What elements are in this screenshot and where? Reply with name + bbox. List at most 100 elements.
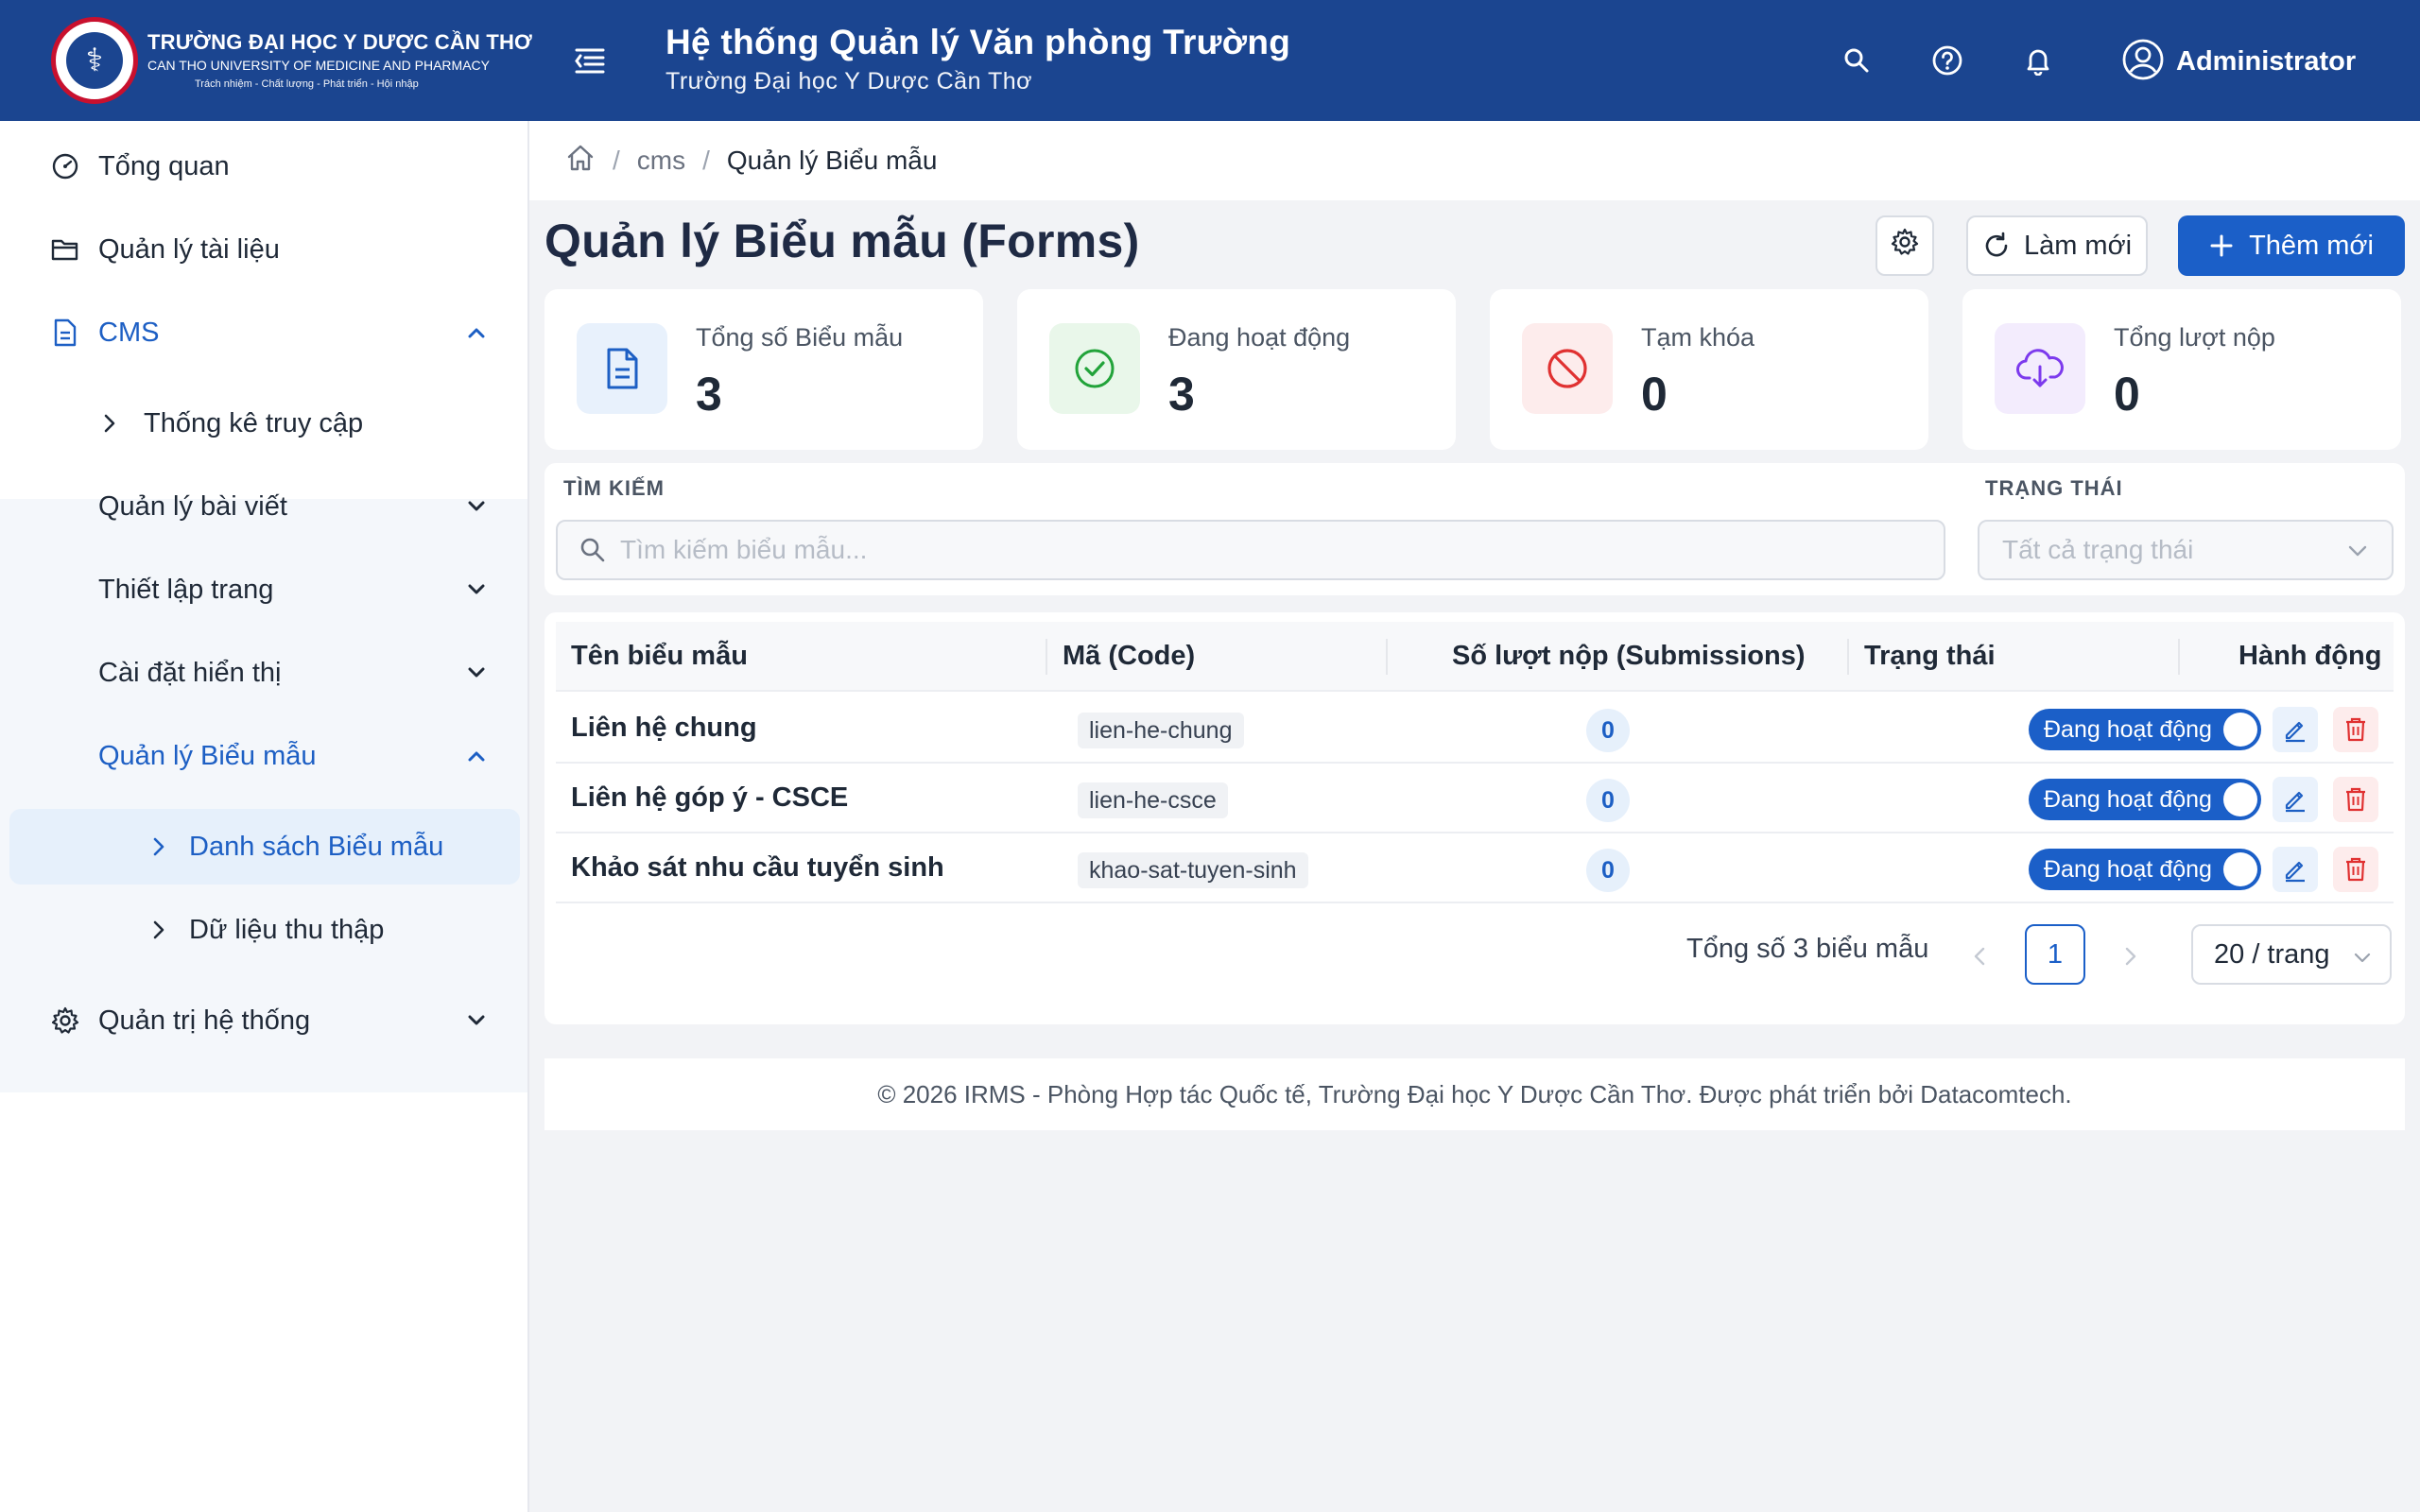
stat-card-locked: Tạm khóa 0 — [1490, 289, 1928, 450]
status-select-value: Tất cả trạng thái — [2002, 535, 2194, 564]
refresh-label: Làm mới — [2023, 230, 2133, 261]
document-icon — [49, 317, 81, 349]
footer-text: © 2026 IRMS - Phòng Hợp tác Quốc tế, Trư… — [877, 1079, 2072, 1108]
stat-label: Tổng số Biểu mẫu — [696, 323, 904, 352]
gear-icon — [1891, 228, 1919, 264]
form-name: Liên hệ góp ý - CSCE — [571, 782, 849, 813]
search-input[interactable] — [620, 535, 1906, 565]
search-icon — [579, 536, 607, 564]
sidebar-item-forms[interactable]: Quản lý Biểu mẫu — [0, 718, 527, 794]
sidebar-item-label: Quản lý Biểu mẫu — [98, 740, 317, 771]
stat-label: Đang hoạt động — [1168, 323, 1351, 352]
edit-button[interactable] — [2273, 707, 2318, 752]
sidebar-item-cms[interactable]: CMS — [0, 295, 527, 370]
column-header-name: Tên biểu mẫu — [571, 641, 748, 671]
breadcrumb-current: Quản lý Biểu mẫu — [726, 146, 938, 175]
user-menu[interactable]: Administrator — [2121, 38, 2356, 86]
sidebar-item-label: Thống kê truy cập — [144, 407, 364, 438]
toggle-knob — [2223, 782, 2257, 816]
pencil-icon — [2282, 716, 2308, 743]
sidebar-item-display-settings[interactable]: Cài đặt hiển thị — [0, 635, 527, 711]
user-avatar-icon — [2121, 38, 2165, 86]
form-code-tag: khao-sat-tuyen-sinh — [1078, 852, 1308, 888]
chevron-down-icon — [463, 660, 490, 686]
refresh-icon — [1982, 232, 2011, 260]
sidebar-item-posts[interactable]: Quản lý bài viết — [0, 469, 527, 544]
search-icon[interactable] — [1838, 42, 1876, 79]
chevron-right-icon — [146, 917, 172, 943]
stat-value: 3 — [696, 368, 722, 421]
status-toggle-label: Đang hoạt động — [2044, 715, 2212, 743]
university-logo[interactable]: ⚕ TRƯỜNG ĐẠI HỌC Y DƯỢC CẦN THƠ CAN THO … — [51, 17, 532, 104]
page-number-button[interactable]: 1 — [2025, 924, 2085, 985]
refresh-button[interactable]: Làm mới — [1966, 215, 2148, 276]
settings-icon — [49, 1005, 81, 1037]
status-select[interactable]: Tất cả trạng thái — [1978, 520, 2394, 580]
logo-english-name: CAN THO UNIVERSITY OF MEDICINE AND PHARM… — [147, 57, 490, 73]
block-icon — [1522, 323, 1613, 414]
sidebar-item-forms-list[interactable]: Danh sách Biểu mẫu — [9, 809, 520, 885]
add-new-button[interactable]: Thêm mới — [2178, 215, 2405, 276]
stat-label: Tạm khóa — [1641, 323, 1755, 352]
page-title: Quản lý Biểu mẫu (Forms) — [544, 215, 1140, 267]
logo-name: TRƯỜNG ĐẠI HỌC Y DƯỢC CẦN THƠ — [147, 30, 533, 55]
sidebar: Tổng quan Quản lý tài liệu CMS Thống kê … — [0, 121, 529, 1512]
pencil-icon — [2282, 786, 2308, 813]
chevron-up-icon — [463, 743, 490, 769]
page-size-select[interactable]: 20 / trang — [2191, 924, 2392, 985]
prev-page-icon[interactable] — [1964, 941, 1995, 971]
forms-table: Tên biểu mẫu Mã (Code) Số lượt nộp (Subm… — [544, 612, 2405, 1024]
page-footer: © 2026 IRMS - Phòng Hợp tác Quốc tế, Trư… — [544, 1058, 2405, 1130]
sidebar-item-access-stats[interactable]: Thống kê truy cập — [0, 386, 527, 461]
sidebar-item-documents[interactable]: Quản lý tài liệu — [0, 212, 527, 287]
chevron-right-icon — [96, 410, 123, 437]
search-field[interactable] — [556, 520, 1945, 580]
sidebar-item-label: Quản trị hệ thống — [98, 1005, 311, 1036]
sidebar-item-page-setup[interactable]: Thiết lập trang — [0, 552, 527, 627]
file-icon — [577, 323, 667, 414]
delete-button[interactable] — [2333, 847, 2378, 892]
sidebar-item-label: Cài đặt hiển thị — [98, 657, 282, 688]
home-icon[interactable] — [565, 144, 596, 179]
sidebar-item-dashboard[interactable]: Tổng quan — [0, 129, 527, 204]
sidebar-item-label: Quản lý bài viết — [98, 490, 287, 522]
toggle-knob — [2223, 852, 2257, 886]
app-title: Hệ thống Quản lý Văn phòng Trường — [666, 23, 1291, 61]
column-header-code: Mã (Code) — [1063, 641, 1196, 671]
chevron-down-icon — [463, 1007, 490, 1034]
edit-button[interactable] — [2273, 847, 2318, 892]
filter-panel: TÌM KIẾM TRẠNG THÁI Tất cả trạng thái — [544, 463, 2405, 595]
status-toggle[interactable]: Đang hoạt động — [2029, 849, 2261, 890]
next-page-icon[interactable] — [2116, 941, 2146, 971]
help-icon[interactable] — [1928, 42, 1966, 79]
delete-button[interactable] — [2333, 777, 2378, 822]
form-code-tag: lien-he-csce — [1078, 782, 1228, 818]
menu-toggle-icon[interactable] — [571, 42, 609, 79]
stat-value: 0 — [1641, 368, 1668, 421]
status-toggle[interactable]: Đang hoạt động — [2029, 709, 2261, 750]
notification-bell-icon[interactable] — [2019, 42, 2057, 79]
submissions-count: 0 — [1586, 779, 1630, 822]
chevron-up-icon — [463, 319, 490, 346]
column-settings-button[interactable] — [1876, 215, 1934, 276]
chevron-down-icon — [463, 493, 490, 520]
sidebar-item-system-admin[interactable]: Quản trị hệ thống — [0, 983, 527, 1058]
status-toggle[interactable]: Đang hoạt động — [2029, 779, 2261, 820]
submissions-count: 0 — [1586, 849, 1630, 892]
pagination-total: Tổng số 3 biểu mẫu — [1686, 934, 1929, 964]
table-row: Liên hệ góp ý - CSCE lien-he-csce 0 Đang… — [556, 764, 2394, 833]
stat-value: 0 — [2114, 368, 2140, 421]
sidebar-item-collected-data[interactable]: Dữ liệu thu thập — [0, 892, 527, 968]
user-name: Administrator — [2176, 46, 2357, 77]
dashboard-icon — [49, 150, 81, 182]
column-header-actions: Hành động — [2238, 641, 2382, 671]
delete-button[interactable] — [2333, 707, 2378, 752]
sidebar-item-label: Tổng quan — [98, 150, 230, 181]
edit-button[interactable] — [2273, 777, 2318, 822]
breadcrumb-cms-link[interactable]: cms — [637, 146, 685, 176]
status-label: TRẠNG THÁI — [1985, 476, 2123, 500]
top-header: ⚕ TRƯỜNG ĐẠI HỌC Y DƯỢC CẦN THƠ CAN THO … — [0, 0, 2420, 121]
sidebar-item-label: Dữ liệu thu thập — [189, 914, 385, 945]
cloud-download-icon — [1995, 323, 2085, 414]
plus-icon — [2209, 233, 2234, 258]
